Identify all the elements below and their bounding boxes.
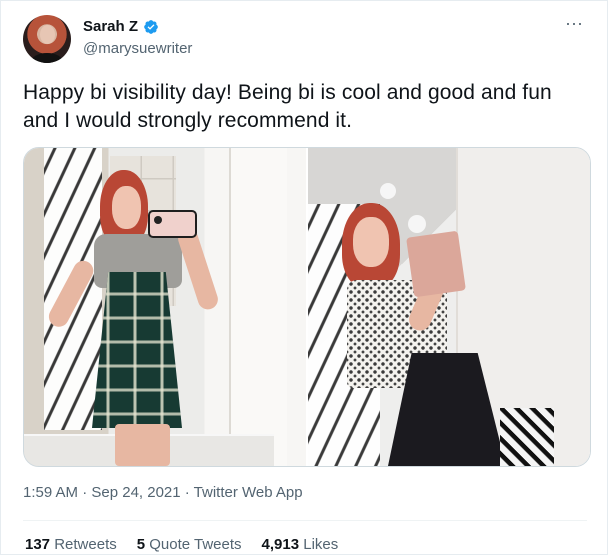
avatar-face [40,25,55,44]
right-arm [175,225,221,312]
face [112,186,141,229]
verified-badge-icon [143,19,159,35]
legs [115,424,170,466]
phone [148,210,197,238]
retweets-stat[interactable]: 137 Retweets [25,535,117,555]
photo-left[interactable] [24,148,306,466]
media-grid[interactable] [23,147,591,467]
quote-tweets-stat[interactable]: 5 Quote Tweets [137,535,242,555]
likes-count: 4,913 [261,536,300,553]
camera-lens-icon [154,216,162,224]
author-name[interactable]: Sarah Z [83,17,138,37]
engagement-stats: 137 Retweets 5 Quote Tweets 4,913 Likes [25,535,338,555]
author-name-row[interactable]: Sarah Z [83,17,159,37]
ceiling-light-2 [408,215,426,233]
face [353,217,389,267]
tweet-header: Sarah Z @marysuewriter ··· [23,14,587,63]
likes-label: Likes [303,536,339,553]
author-handle[interactable]: @marysuewriter [83,39,192,59]
more-horizontal-icon[interactable]: ··· [563,14,585,33]
quote-tweets-count: 5 [136,536,146,553]
photo-right[interactable] [308,148,590,466]
tweet-timestamp[interactable]: 1:59 AM · Sep 24, 2021 · Twitter Web App [23,483,303,503]
quote-tweets-label: Quote Tweets [149,536,242,553]
stats-divider [23,520,587,521]
striped-bag [500,408,554,466]
tweet-text: Happy bi visibility day! Being bi is coo… [23,81,552,132]
retweets-label: Retweets [54,536,117,553]
ceiling-light-1 [380,183,396,199]
avatar[interactable] [23,15,71,63]
avatar-shirt [31,53,63,63]
likes-stat[interactable]: 4,913 Likes [262,535,339,555]
tweet-card: Sarah Z @marysuewriter ··· Happy bi visi… [0,0,608,555]
door-edge [231,148,287,466]
retweets-count: 137 [25,536,51,553]
phone [406,230,466,298]
